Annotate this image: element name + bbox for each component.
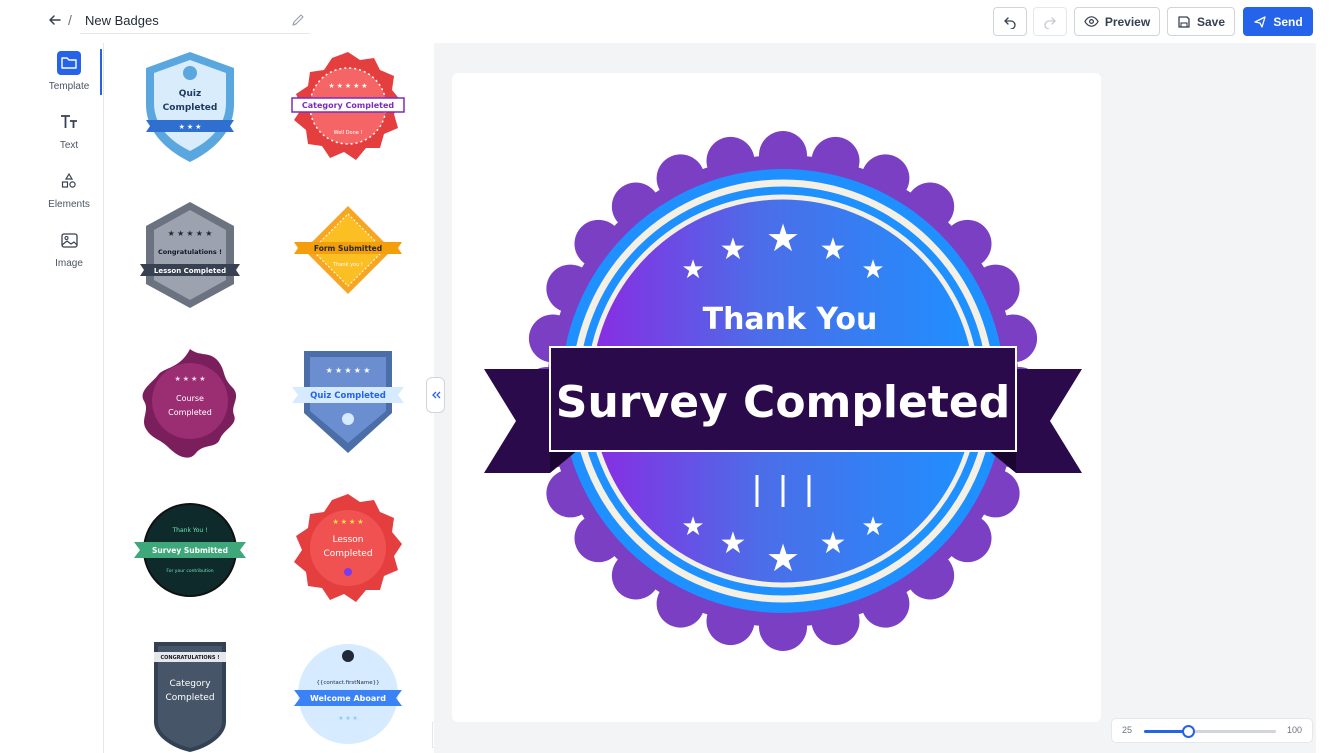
zoom-max-label: 100 [1286, 725, 1302, 735]
badge-ribbon-text[interactable]: Survey Completed [556, 377, 1010, 428]
template-9-line1: CONGRATULATIONS ! [160, 655, 219, 661]
template-2-line1: Category Completed [302, 101, 395, 110]
svg-text:★: ★ [681, 511, 704, 541]
svg-text:★ ★ ★ ★ ★: ★ ★ ★ ★ ★ [328, 82, 367, 90]
editor-workspace: ★ ★ ★ ★ ★ Thank You Survey Completed ★ ★… [434, 43, 1316, 753]
template-course-completed[interactable]: ★ ★ ★ ★ Course Completed [130, 343, 250, 463]
template-4-line1: Form Submitted [314, 244, 382, 253]
breadcrumb-separator: / [68, 12, 72, 28]
template-2-line2: Well Done ! [334, 130, 363, 136]
template-3-line1: Congratulations ! [158, 248, 222, 256]
template-9-line3: Completed [165, 693, 214, 703]
rail-item-image[interactable]: Image [36, 228, 102, 280]
svg-text:★: ★ [820, 527, 847, 560]
svg-text:★: ★ [766, 218, 800, 260]
redo-icon [1044, 16, 1056, 29]
template-1-line1: Quiz [179, 89, 201, 99]
undo-icon [1004, 16, 1016, 29]
preview-label: Preview [1104, 14, 1151, 29]
svg-text:★ ★ ★: ★ ★ ★ [179, 123, 202, 131]
rail-item-elements[interactable]: Elements [36, 169, 102, 221]
send-label: Send [1273, 14, 1303, 29]
svg-text:★: ★ [766, 538, 800, 580]
eye-icon [1084, 16, 1099, 27]
template-category-completed[interactable]: ★ ★ ★ ★ ★ Category Completed Well Done ! [288, 48, 408, 168]
arrow-left-icon [49, 15, 61, 25]
ribbon-right-tail [1016, 369, 1082, 473]
template-10-line1: {{contact.firstName}} [316, 680, 379, 686]
svg-text:★: ★ [720, 233, 747, 266]
zoom-slider-thumb[interactable] [1182, 725, 1195, 738]
zoom-min-label: 25 [1122, 725, 1133, 735]
zoom-control: 25 100 [1111, 718, 1313, 743]
template-quiz-completed-blue[interactable]: ★ ★ ★ ★ ★ Quiz Completed [288, 343, 408, 463]
rail-item-text[interactable]: Text [36, 110, 102, 162]
double-chevron-left-icon [431, 391, 440, 399]
save-label: Save [1196, 14, 1226, 29]
redo-button[interactable] [1033, 7, 1067, 36]
svg-text:★: ★ [720, 527, 747, 560]
svg-text:★ ★ ★: ★ ★ ★ [338, 715, 357, 722]
template-4-line2: Thank you ! [332, 262, 363, 268]
template-survey-submitted[interactable]: Thank You ! Survey Submitted For your co… [130, 490, 250, 610]
svg-text:★ ★ ★ ★: ★ ★ ★ ★ [333, 518, 364, 526]
shapes-icon [57, 169, 81, 193]
top-bar: / New Badges Preview Save Send [0, 0, 1337, 43]
template-5-line1: Course [176, 394, 204, 403]
survey-completed-badge[interactable]: ★ ★ ★ ★ ★ Thank You Survey Completed ★ ★… [452, 73, 1101, 722]
zoom-slider-track[interactable] [1144, 725, 1276, 738]
svg-text:★: ★ [820, 233, 847, 266]
template-category-completed-slate[interactable]: CONGRATULATIONS ! Category Completed [130, 638, 250, 753]
badge-canvas[interactable]: ★ ★ ★ ★ ★ Thank You Survey Completed ★ ★… [452, 73, 1101, 722]
template-quiz-completed[interactable]: Quiz Completed ★ ★ ★ [130, 48, 250, 168]
template-lesson-completed-red[interactable]: ★ ★ ★ ★ Lesson Completed [288, 490, 408, 610]
template-9-line2: Category [169, 679, 211, 689]
template-panel: Quiz Completed ★ ★ ★ ★ ★ ★ ★ ★ Category … [104, 43, 434, 753]
template-welcome-aboard[interactable]: {{contact.firstName}} Welcome Aboard ★ ★… [288, 638, 408, 753]
template-1-line2: Completed [163, 103, 218, 113]
rail-label-template: Template [48, 81, 90, 92]
template-5-line2: Completed [168, 408, 212, 417]
svg-text:★: ★ [681, 254, 704, 284]
template-8-line1: Lesson [333, 535, 364, 545]
rail-label-text: Text [59, 140, 79, 151]
preview-button[interactable]: Preview [1074, 7, 1160, 36]
badge-title[interactable]: New Badges [85, 13, 159, 28]
template-3-line2: Lesson Completed [154, 267, 226, 275]
badge-editor-app: / New Badges Preview Save Send Template … [0, 0, 1337, 753]
template-7-line1: Thank You ! [172, 527, 208, 534]
pencil-icon[interactable] [290, 12, 306, 28]
template-form-submitted[interactable]: Form Submitted Thank you ! [288, 198, 408, 318]
tool-rail: Template Text Elements Image [36, 43, 104, 753]
undo-button[interactable] [993, 7, 1027, 36]
collapse-panel-button[interactable] [426, 377, 445, 413]
badge-title-field[interactable]: New Badges [80, 9, 310, 34]
svg-text:★ ★ ★ ★ ★: ★ ★ ★ ★ ★ [326, 366, 371, 375]
back-button[interactable] [46, 11, 64, 29]
folder-icon [57, 51, 81, 75]
rail-label-image: Image [55, 258, 83, 269]
rail-label-elements: Elements [48, 199, 90, 210]
svg-text:★: ★ [861, 254, 884, 284]
template-7-line2: Survey Submitted [152, 546, 228, 555]
text-icon [57, 110, 81, 134]
template-6-line1: Quiz Completed [310, 391, 386, 401]
svg-text:★: ★ [861, 511, 884, 541]
template-8-line2: Completed [323, 549, 372, 559]
window-edge [1316, 0, 1337, 753]
template-7-line3: For your contribution [166, 568, 213, 574]
save-icon [1178, 15, 1190, 28]
image-icon [57, 228, 81, 252]
send-icon [1254, 15, 1266, 28]
badge-top-text[interactable]: Thank You [703, 302, 878, 337]
svg-text:★ ★ ★ ★ ★: ★ ★ ★ ★ ★ [168, 229, 213, 238]
ribbon-left-tail [484, 369, 550, 473]
save-button[interactable]: Save [1167, 7, 1235, 36]
send-button[interactable]: Send [1243, 7, 1313, 36]
svg-text:★ ★ ★ ★: ★ ★ ★ ★ [175, 375, 206, 383]
template-lesson-completed-grey[interactable]: ★ ★ ★ ★ ★ Congratulations ! Lesson Compl… [130, 198, 250, 318]
rail-item-template[interactable]: Template [36, 51, 102, 103]
template-10-line2: Welcome Aboard [310, 694, 386, 703]
